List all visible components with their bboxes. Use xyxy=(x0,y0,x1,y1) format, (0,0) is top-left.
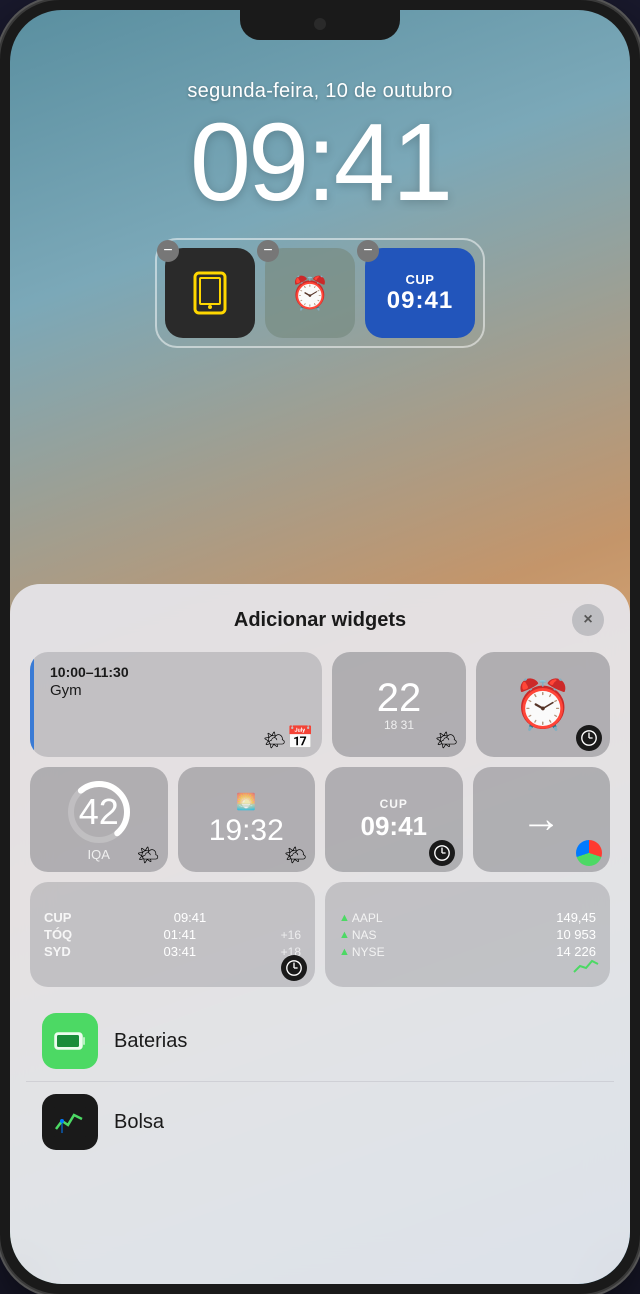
phone-widget-icon xyxy=(165,248,255,338)
arrow-icon: → xyxy=(521,797,561,842)
clock-badge-2 xyxy=(429,840,455,866)
time-widget[interactable]: 🌅 19:32 🌤 xyxy=(178,767,316,872)
widget-big-num: 22 xyxy=(377,678,422,718)
add-widgets-panel: Adicionar widgets × 10:00–11:30 Gym xyxy=(10,584,630,1284)
camera-dot xyxy=(314,18,326,30)
alarm-widget-face: ⏰ xyxy=(265,248,355,338)
iqa-label: IQA xyxy=(88,847,110,862)
alarm-widget[interactable]: − ⏰ xyxy=(265,248,355,338)
grid-row-2: 42 IQA 🌤 🌅 19:32 🌤 xyxy=(30,767,610,872)
calendar-widget[interactable]: 10:00–11:30 Gym 📅 🌤 xyxy=(30,652,322,757)
cup-sm-time: 09:41 xyxy=(361,811,428,842)
time-display: 09:41 xyxy=(10,108,630,218)
date-label: segunda-feira, 10 de outubro xyxy=(10,80,630,103)
cup-sm-label: CUP xyxy=(380,797,408,811)
weather-badge-1: 🌤 xyxy=(263,730,286,751)
clock-row-cup: CUP 09:41 xyxy=(44,910,301,925)
weather-badge-4: 🌤 xyxy=(284,845,307,866)
widgets-grid: 10:00–11:30 Gym 📅 🌤 22 18 31 🌤 xyxy=(26,652,614,987)
close-panel-button[interactable]: × xyxy=(572,604,604,636)
stocks-app-item[interactable]: Bolsa xyxy=(26,1082,614,1162)
weather-badge-2: 🌤 xyxy=(435,730,458,751)
cup-widget-body: CUP 09:41 xyxy=(365,248,475,338)
clock-row-toq: TÓQ 01:41 +16 xyxy=(44,927,301,942)
grid-row-3: CUP 09:41 TÓQ 01:41 +16 SYD xyxy=(30,882,610,987)
remove-alarm-btn[interactable]: − xyxy=(257,240,279,262)
market-row-nas: ▲NAS 10 953 xyxy=(339,927,596,942)
battery-app-name: Baterias xyxy=(114,1030,187,1053)
grid-row-1: 10:00–11:30 Gym 📅 🌤 22 18 31 🌤 xyxy=(30,652,610,757)
sunrise-icon: 🌅 xyxy=(236,792,256,812)
stocks-app-name: Bolsa xyxy=(114,1111,164,1134)
phone-screen: segunda-feira, 10 de outubro 09:41 − xyxy=(10,10,630,1284)
battery-app-item[interactable]: Baterias xyxy=(26,1001,614,1082)
lock-widget-row: − − xyxy=(10,238,630,348)
world-clocks-widget[interactable]: CUP 09:41 TÓQ 01:41 +16 SYD xyxy=(30,882,315,987)
widget-sub-nums: 18 31 xyxy=(384,718,414,732)
battery-app-icon xyxy=(42,1013,98,1069)
weather-badge-3: 🌤 xyxy=(137,845,160,866)
notch xyxy=(240,10,400,40)
activity-badge xyxy=(576,840,602,866)
clock-badge-1 xyxy=(576,725,602,751)
phone-frame: segunda-feira, 10 de outubro 09:41 − xyxy=(0,0,640,1294)
number-widget[interactable]: 22 18 31 🌤 xyxy=(332,652,466,757)
iqa-widget[interactable]: 42 IQA 🌤 xyxy=(30,767,168,872)
clock-badge-3 xyxy=(281,955,307,981)
panel-header: Adicionar widgets × xyxy=(26,604,614,636)
alarm-face-icon: ⏰ xyxy=(513,676,573,733)
cal-time-range: 10:00–11:30 xyxy=(50,664,129,680)
calendar-badge: 📅 xyxy=(287,725,314,751)
remove-cup-btn[interactable]: − xyxy=(357,240,379,262)
cal-event: Gym xyxy=(50,682,129,699)
remove-phone-btn[interactable]: − xyxy=(157,240,179,262)
cup-widget-label: CUP xyxy=(406,272,435,287)
arrow-widget[interactable]: → xyxy=(473,767,611,872)
clock-row-syd: SYD 03:41 +18 xyxy=(44,944,301,959)
cal-border xyxy=(30,652,34,757)
cup-small-widget[interactable]: CUP 09:41 xyxy=(325,767,463,872)
widget-border: − − xyxy=(155,238,485,348)
panel-title: Adicionar widgets xyxy=(68,609,572,632)
time-big: 19:32 xyxy=(209,814,284,848)
markets-widget[interactable]: ▲AAPL 149,45 ▲NAS 10 953 ▲NYSE 14 226 xyxy=(325,882,610,987)
market-row-aapl: ▲AAPL 149,45 xyxy=(339,910,596,925)
iqa-num: 42 xyxy=(79,791,119,833)
lock-screen: segunda-feira, 10 de outubro 09:41 − xyxy=(10,10,630,1284)
alarm-face-widget[interactable]: ⏰ xyxy=(476,652,610,757)
chart-badge xyxy=(572,956,602,981)
cup-widget[interactable]: − CUP 09:41 xyxy=(365,248,475,338)
cup-widget-time: 09:41 xyxy=(387,287,453,315)
phone-widget[interactable]: − xyxy=(165,248,255,338)
stocks-app-icon xyxy=(42,1094,98,1150)
market-row-nyse: ▲NYSE 14 226 xyxy=(339,944,596,959)
app-list: Baterias Bolsa xyxy=(26,1001,614,1162)
